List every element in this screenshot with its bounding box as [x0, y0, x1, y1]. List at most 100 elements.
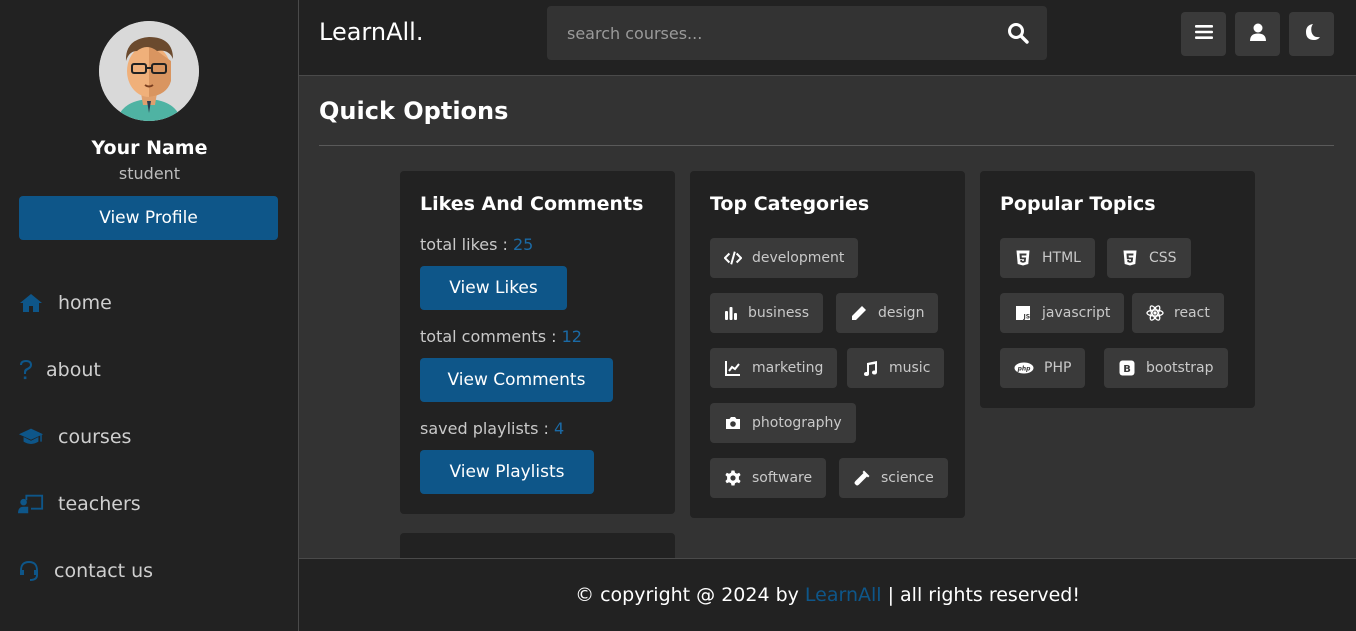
code-icon [724, 249, 742, 267]
tag-label: development [752, 250, 845, 266]
headset-icon [18, 560, 40, 582]
user-icon [1249, 23, 1267, 45]
view-playlists-button[interactable]: View Playlists [420, 450, 594, 494]
camera-icon [724, 414, 742, 432]
html5-icon [1014, 249, 1032, 267]
tag-label: photography [752, 415, 842, 431]
sidebar-item-contact[interactable]: contact us [18, 556, 153, 586]
sidebar-item-courses[interactable]: courses [18, 422, 131, 452]
footer-copyright: © copyright @ 2024 by [575, 584, 799, 606]
card-title: Top Categories [710, 193, 870, 215]
tag-label: science [881, 470, 934, 486]
tag-photography[interactable]: photography [710, 403, 856, 443]
tag-bootstrap[interactable]: B bootstrap [1104, 348, 1228, 388]
tag-label: javascript [1042, 305, 1111, 321]
home-icon [18, 292, 44, 314]
card-title: Likes And Comments [420, 193, 644, 215]
footer-brand-link[interactable]: LearnAll [805, 584, 882, 606]
tag-label: HTML [1042, 250, 1081, 266]
music-icon [861, 359, 879, 377]
tag-label: bootstrap [1146, 360, 1214, 376]
tag-label: software [752, 470, 813, 486]
sidebar-item-teachers[interactable]: teachers [18, 489, 141, 519]
tag-marketing[interactable]: marketing [710, 348, 838, 388]
vial-icon [853, 469, 871, 487]
tag-label: react [1174, 305, 1210, 321]
bootstrap-icon: B [1118, 359, 1136, 377]
profile-name: Your Name [91, 137, 208, 159]
popular-topics-card: Popular Topics HTML CSS JS javascript re… [980, 171, 1255, 408]
svg-text:php: php [1017, 365, 1032, 372]
user-button[interactable] [1235, 12, 1280, 56]
stat-value: 25 [513, 235, 534, 254]
tag-development[interactable]: development [710, 238, 859, 278]
tag-label: business [748, 305, 810, 321]
bar-chart-icon [724, 304, 738, 322]
stat-label: total comments : [420, 327, 562, 346]
sidebar-item-label: contact us [54, 560, 154, 582]
menu-icon [1194, 24, 1213, 44]
react-icon [1146, 304, 1164, 322]
tag-react[interactable]: react [1132, 293, 1224, 333]
main-content: Quick Options Likes And Comments total l… [299, 77, 1356, 573]
svg-text:B: B [1123, 364, 1131, 375]
pencil-icon [850, 304, 868, 322]
view-likes-button[interactable]: View Likes [420, 266, 567, 310]
top-categories-card: Top Categories development business desi… [690, 171, 965, 518]
tag-php[interactable]: php PHP [1000, 348, 1086, 388]
sidebar-item-label: home [58, 292, 112, 314]
tag-label: CSS [1149, 250, 1177, 266]
sidebar-item-label: teachers [58, 493, 141, 515]
tag-html[interactable]: HTML [1000, 238, 1095, 278]
tag-design[interactable]: design [836, 293, 939, 333]
logo[interactable]: LearnAll. [319, 18, 423, 46]
avatar [99, 21, 199, 121]
menu-button[interactable] [1181, 12, 1226, 56]
theme-toggle-button[interactable] [1289, 12, 1334, 56]
view-comments-button[interactable]: View Comments [420, 358, 613, 402]
graduation-cap-icon [18, 426, 44, 448]
tag-music[interactable]: music [847, 348, 945, 388]
search-bar [547, 6, 1047, 60]
profile-role: student [118, 164, 181, 183]
divider [319, 145, 1334, 146]
php-icon: php [1014, 359, 1034, 377]
question-icon [18, 359, 34, 381]
tag-business[interactable]: business [710, 293, 824, 333]
tag-css[interactable]: CSS [1107, 238, 1191, 278]
total-likes: total likes : 25 [420, 235, 533, 254]
footer-rights: | all rights reserved! [887, 584, 1080, 606]
tag-science[interactable]: science [839, 458, 948, 498]
css3-icon [1121, 249, 1139, 267]
likes-comments-card: Likes And Comments total likes : 25 View… [400, 171, 675, 514]
javascript-icon: JS [1014, 304, 1032, 322]
svg-text:JS: JS [1023, 314, 1031, 321]
tag-javascript[interactable]: JS javascript [1000, 293, 1125, 333]
stat-value: 4 [553, 419, 565, 438]
stat-label: total likes : [420, 235, 513, 254]
tag-label: design [878, 305, 925, 321]
search-input[interactable] [547, 6, 987, 60]
line-chart-icon [724, 359, 742, 377]
moon-icon [1303, 23, 1321, 45]
saved-playlists: saved playlists : 4 [420, 419, 564, 438]
search-icon[interactable] [1007, 22, 1029, 44]
total-comments: total comments : 12 [420, 327, 582, 346]
card-title: Popular Topics [1000, 193, 1156, 215]
tag-software[interactable]: software [710, 458, 827, 498]
page-title: Quick Options [319, 97, 509, 125]
sidebar-item-label: courses [58, 426, 132, 448]
tag-label: PHP [1044, 360, 1072, 376]
stat-label: saved playlists : [420, 419, 554, 438]
tag-label: marketing [752, 360, 824, 376]
view-profile-button[interactable]: View Profile [19, 196, 278, 240]
sidebar-item-about[interactable]: about [18, 355, 101, 385]
sidebar: Your Name student View Profile home abou… [0, 0, 299, 631]
chalkboard-teacher-icon [18, 493, 44, 515]
header: LearnAll. [299, 0, 1356, 76]
footer: © copyright @ 2024 by LearnAll | all rig… [299, 558, 1356, 631]
sidebar-item-label: about [46, 359, 101, 381]
stat-value: 12 [561, 327, 582, 346]
tag-label: music [889, 360, 931, 376]
sidebar-item-home[interactable]: home [18, 288, 112, 318]
